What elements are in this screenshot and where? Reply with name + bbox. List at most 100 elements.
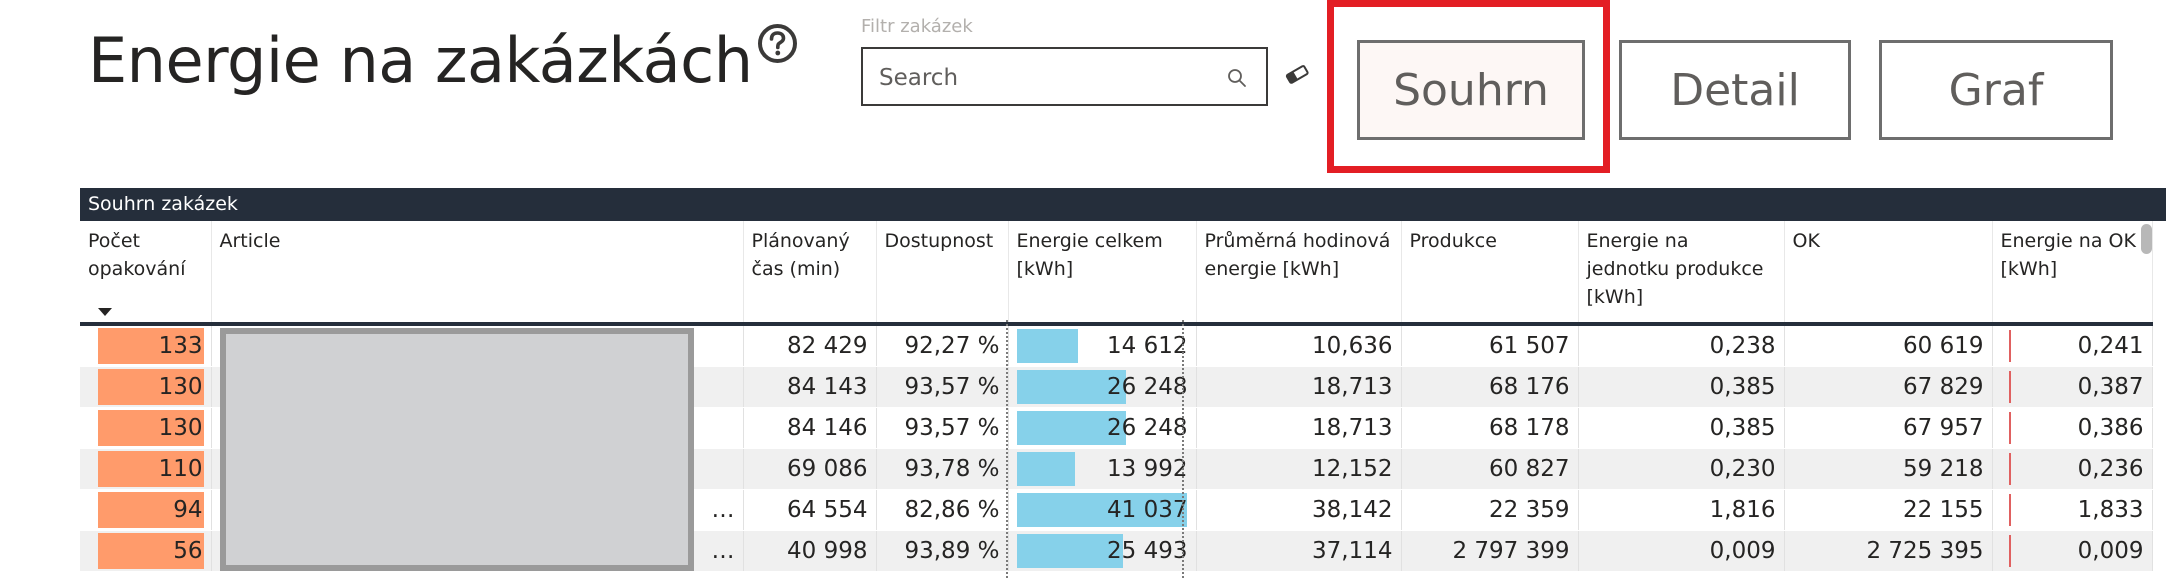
cell-count: 130 xyxy=(80,366,212,408)
cell-production: 2 797 399 xyxy=(1401,530,1579,572)
energy-per-ok-marker xyxy=(2008,535,2011,567)
cell-ok: 2 725 395 xyxy=(1784,530,1993,572)
column-header-article[interactable]: Article xyxy=(211,221,744,326)
cell-energy-per-ok: 1,833 xyxy=(1992,489,2153,531)
redacted-article-block xyxy=(220,328,694,571)
column-header-availability[interactable]: Dostupnost xyxy=(876,221,1009,326)
count-value: 110 xyxy=(158,456,203,482)
column-divider xyxy=(1182,320,1184,578)
energy-value: 14 612 xyxy=(1107,333,1188,359)
cell-energy-per-unit: 0,009 xyxy=(1578,530,1785,572)
energy-value: 13 992 xyxy=(1107,456,1188,482)
cell-count: 110 xyxy=(80,448,212,490)
cell-energy-per-ok: 0,387 xyxy=(1992,366,2153,408)
cell-planned-time: 84 146 xyxy=(743,407,877,449)
column-header-energy-per-unit[interactable]: Energie na jednotku produkce [kWh] xyxy=(1578,221,1785,326)
cell-production: 22 359 xyxy=(1401,489,1579,531)
cell-energy-per-ok: 0,241 xyxy=(1992,324,2153,367)
cell-avg-hourly-energy: 12,152 xyxy=(1196,448,1402,490)
cell-planned-time: 69 086 xyxy=(743,448,877,490)
energy-per-ok-marker xyxy=(2008,412,2011,444)
cell-energy-per-unit: 0,230 xyxy=(1578,448,1785,490)
column-header-planned-time[interactable]: Plánovaný čas (min) xyxy=(743,221,877,326)
filter-search-box[interactable] xyxy=(861,47,1268,106)
cell-avg-hourly-energy: 38,142 xyxy=(1196,489,1402,531)
cell-avg-hourly-energy: 18,713 xyxy=(1196,407,1402,449)
energy-per-ok-marker xyxy=(2008,371,2011,403)
cell-avg-hourly-energy: 37,114 xyxy=(1196,530,1402,572)
cell-avg-hourly-energy: 10,636 xyxy=(1196,324,1402,367)
cell-energy-per-ok: 0,009 xyxy=(1992,530,2153,572)
cell-count: 56 xyxy=(80,530,212,572)
energy-bar xyxy=(1016,452,1075,486)
cell-availability: 93,57 % xyxy=(876,407,1009,449)
sort-descending-icon[interactable] xyxy=(98,308,112,316)
cell-energy-per-unit: 0,385 xyxy=(1578,366,1785,408)
cell-planned-time: 82 429 xyxy=(743,324,877,367)
cell-total-energy: 41 037 xyxy=(1008,489,1197,531)
eraser-icon[interactable] xyxy=(1284,64,1310,84)
cell-total-energy: 26 248 xyxy=(1008,366,1197,408)
cell-planned-time: 40 998 xyxy=(743,530,877,572)
cell-energy-per-ok: 0,386 xyxy=(1992,407,2153,449)
cell-total-energy: 13 992 xyxy=(1008,448,1197,490)
filter-label: Filtr zakázek xyxy=(861,16,973,37)
search-input[interactable] xyxy=(877,62,1201,94)
cell-production: 68 178 xyxy=(1401,407,1579,449)
question-circle-icon[interactable] xyxy=(757,23,798,64)
cell-total-energy: 26 248 xyxy=(1008,407,1197,449)
column-header-energy-per-ok[interactable]: Energie na OK [kWh] xyxy=(1992,221,2153,326)
cell-energy-per-unit: 1,816 xyxy=(1578,489,1785,531)
page-title: Energie na zakázkách xyxy=(88,24,753,97)
count-value: 133 xyxy=(158,333,203,359)
energy-per-ok-marker xyxy=(2008,494,2011,526)
graph-button[interactable]: Graf xyxy=(1879,40,2113,140)
energy-per-ok-marker xyxy=(2008,330,2011,362)
cell-avg-hourly-energy: 18,713 xyxy=(1196,366,1402,408)
search-icon[interactable] xyxy=(1226,67,1248,89)
cell-availability: 92,27 % xyxy=(876,324,1009,367)
cell-availability: 93,78 % xyxy=(876,448,1009,490)
column-header-production[interactable]: Produkce xyxy=(1401,221,1579,326)
cell-production: 68 176 xyxy=(1401,366,1579,408)
cell-ok: 59 218 xyxy=(1784,448,1993,490)
panel-title: Souhrn zakázek xyxy=(80,188,2166,221)
count-value: 94 xyxy=(173,497,203,523)
column-header-ok[interactable]: OK xyxy=(1784,221,1993,326)
count-value: 130 xyxy=(158,415,203,441)
column-header-avg-hourly-energy[interactable]: Průměrná hodinová energie [kWh] xyxy=(1196,221,1402,326)
cell-ok: 67 957 xyxy=(1784,407,1993,449)
detail-button[interactable]: Detail xyxy=(1619,40,1851,140)
energy-bar xyxy=(1016,329,1078,363)
cell-planned-time: 64 554 xyxy=(743,489,877,531)
cell-availability: 93,57 % xyxy=(876,366,1009,408)
cell-ok: 67 829 xyxy=(1784,366,1993,408)
cell-ok: 22 155 xyxy=(1784,489,1993,531)
cell-availability: 93,89 % xyxy=(876,530,1009,572)
energy-value: 41 037 xyxy=(1107,497,1188,523)
cell-ok: 60 619 xyxy=(1784,324,1993,367)
count-value: 130 xyxy=(158,374,203,400)
cell-availability: 82,86 % xyxy=(876,489,1009,531)
count-value: 56 xyxy=(173,538,203,564)
cell-planned-time: 84 143 xyxy=(743,366,877,408)
table-header-row: Počet opakování Article Plánovaný čas (m… xyxy=(80,221,2153,326)
cell-count: 94 xyxy=(80,489,212,531)
cell-count: 130 xyxy=(80,407,212,449)
column-divider xyxy=(1006,320,1008,578)
cell-total-energy: 25 493 xyxy=(1008,530,1197,572)
column-header-total-energy[interactable]: Energie celkem [kWh] xyxy=(1008,221,1197,326)
summary-highlight-frame xyxy=(1327,0,1610,173)
vertical-scrollbar[interactable] xyxy=(2141,224,2152,254)
column-header-count[interactable]: Počet opakování xyxy=(80,221,212,326)
cell-energy-per-unit: 0,385 xyxy=(1578,407,1785,449)
cell-count: 133 xyxy=(80,324,212,367)
energy-value: 26 248 xyxy=(1107,374,1188,400)
cell-energy-per-ok: 0,236 xyxy=(1992,448,2153,490)
energy-value: 25 493 xyxy=(1107,538,1188,564)
cell-energy-per-unit: 0,238 xyxy=(1578,324,1785,367)
cell-production: 61 507 xyxy=(1401,324,1579,367)
cell-total-energy: 14 612 xyxy=(1008,324,1197,367)
energy-value: 26 248 xyxy=(1107,415,1188,441)
cell-production: 60 827 xyxy=(1401,448,1579,490)
